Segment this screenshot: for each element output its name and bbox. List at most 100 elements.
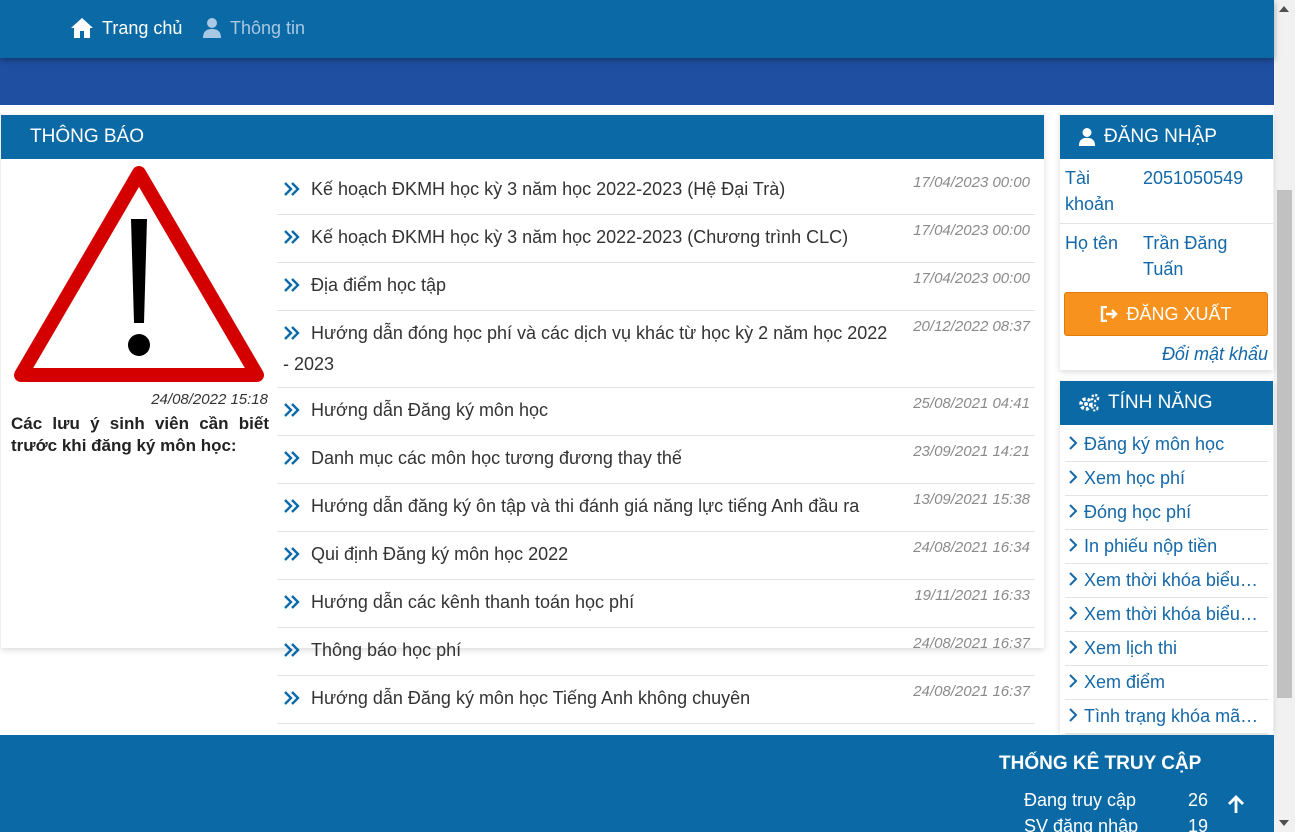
login-title: ĐĂNG NHẬP xyxy=(1104,126,1217,147)
feature-item[interactable]: Xem lịch thi xyxy=(1065,632,1268,666)
nav-home[interactable]: Trang chủ xyxy=(70,16,182,40)
news-title[interactable]: Kế hoạch ĐKMH học kỳ 3 năm học 2022-2023… xyxy=(311,227,848,247)
news-date: 25/08/2021 04:41 xyxy=(913,395,1030,412)
footer: THỐNG KÊ TRUY CẬP Đang truy cập 26 SV đăn… xyxy=(0,735,1274,832)
notice-panel-header: THÔNG BÁO xyxy=(1,115,1044,159)
sign-out-icon xyxy=(1101,306,1119,322)
news-title[interactable]: Hướng dẫn Đăng ký môn học Tiếng Anh khôn… xyxy=(311,688,750,708)
stat-online-row: Đang truy cập 26 xyxy=(1024,790,1214,811)
double-chevron-right-icon xyxy=(283,638,301,667)
news-date: 13/09/2021 15:38 xyxy=(913,491,1030,508)
news-title[interactable]: Thông báo học phí xyxy=(311,640,461,660)
featured-title[interactable]: Các lưu ý sinh viên cần biết trước khi đ… xyxy=(11,413,269,457)
account-row: Tài khoản 2051050549 xyxy=(1060,159,1273,224)
page-scrollbar[interactable] xyxy=(1274,0,1295,832)
double-chevron-right-icon xyxy=(283,446,301,475)
news-item[interactable]: Hướng dẫn các kênh thanh toán học phí 19/… xyxy=(277,580,1035,628)
feature-panel-header: TÍNH NĂNG xyxy=(1060,381,1273,425)
news-item[interactable]: Hướng dẫn đăng ký ôn tập và thi đánh giá… xyxy=(277,484,1035,532)
news-list: Kế hoạch ĐKMH học kỳ 3 năm học 2022-2023… xyxy=(277,167,1035,724)
news-title[interactable]: Hướng dẫn đóng học phí và các dịch vụ kh… xyxy=(283,323,887,374)
news-date: 20/12/2022 08:37 xyxy=(913,318,1030,335)
news-date: 17/04/2023 00:00 xyxy=(913,222,1030,239)
feature-item[interactable]: Tình trạng khóa mã… xyxy=(1065,700,1268,734)
warning-triangle-icon[interactable] xyxy=(13,163,265,385)
news-title[interactable]: Địa điểm học tập xyxy=(311,275,446,295)
feature-item-label: Xem học phí xyxy=(1084,468,1186,488)
nav-info[interactable]: Thông tin xyxy=(202,16,305,40)
feature-item[interactable]: Xem thời khóa biểu… xyxy=(1065,564,1268,598)
news-item[interactable]: Danh mục các môn học tương đương thay th… xyxy=(277,436,1035,484)
news-date: 23/09/2021 14:21 xyxy=(913,443,1030,460)
news-title[interactable]: Hướng dẫn đăng ký ôn tập và thi đánh giá… xyxy=(311,496,859,516)
double-chevron-right-icon xyxy=(283,398,301,427)
stat-students-label: SV đăng nhập xyxy=(1024,816,1139,832)
chevron-right-icon xyxy=(1068,666,1078,698)
chevron-right-icon xyxy=(1068,428,1078,460)
news-item[interactable]: Kế hoạch ĐKMH học kỳ 3 năm học 2022-2023… xyxy=(277,167,1035,215)
news-item[interactable]: Hướng dẫn Đăng ký môn học Tiếng Anh khôn… xyxy=(277,676,1035,724)
double-chevron-right-icon xyxy=(283,321,301,350)
news-title[interactable]: Kế hoạch ĐKMH học kỳ 3 năm học 2022-2023… xyxy=(311,179,785,199)
stat-students-value: 19 xyxy=(1188,816,1209,832)
feature-item-label: Tình trạng khóa mã… xyxy=(1084,706,1259,726)
scroll-up-icon[interactable] xyxy=(1279,6,1289,12)
name-value: Trần Đăng Tuấn xyxy=(1143,233,1228,279)
feature-item-label: Xem thời khóa biểu… xyxy=(1084,570,1258,590)
news-item[interactable]: Hướng dẫn đóng học phí và các dịch vụ kh… xyxy=(277,311,1035,388)
news-item[interactable]: Kế hoạch ĐKMH học kỳ 3 năm học 2022-2023… xyxy=(277,215,1035,263)
chevron-right-icon xyxy=(1068,530,1078,562)
nav-info-label: Thông tin xyxy=(230,17,306,38)
stat-online-label: Đang truy cập xyxy=(1024,790,1137,810)
news-title[interactable]: Hướng dẫn các kênh thanh toán học phí xyxy=(311,592,634,612)
double-chevron-right-icon xyxy=(283,225,301,254)
feature-item[interactable]: Đóng học phí xyxy=(1065,496,1268,530)
stat-students-row: SV đăng nhập 19 xyxy=(1024,816,1214,832)
news-item[interactable]: Qui định Đăng ký môn học 2022 24/08/2021 … xyxy=(277,532,1035,580)
back-to-top-button[interactable] xyxy=(1211,778,1261,832)
feature-item[interactable]: Đăng ký môn học xyxy=(1065,428,1268,462)
double-chevron-right-icon xyxy=(283,686,301,715)
home-icon xyxy=(71,18,93,38)
feature-item[interactable]: Xem học phí xyxy=(1065,462,1268,496)
feature-item-label: In phiếu nộp tiền xyxy=(1084,536,1218,556)
login-panel: ĐĂNG NHẬP Tài khoản 2051050549 Họ tên Tr… xyxy=(1060,115,1273,370)
notice-title: THÔNG BÁO xyxy=(30,126,145,147)
name-label: Họ tên xyxy=(1065,233,1119,253)
user-icon xyxy=(1078,128,1096,146)
news-title[interactable]: Hướng dẫn Đăng ký môn học xyxy=(311,400,548,420)
news-date: 24/08/2021 16:34 xyxy=(913,539,1030,556)
user-icon xyxy=(203,18,221,38)
chevron-right-icon xyxy=(1068,462,1078,494)
chevron-right-icon xyxy=(1068,598,1078,630)
feature-list: Đăng ký môn học Xem học phí Đóng học phí In… xyxy=(1060,425,1273,734)
news-title[interactable]: Danh mục các môn học tương đương thay th… xyxy=(311,448,682,468)
feature-item[interactable]: In phiếu nộp tiền xyxy=(1065,530,1268,564)
scroll-down-icon[interactable] xyxy=(1279,820,1289,826)
feature-item[interactable]: Xem thời khóa biểu… xyxy=(1065,598,1268,632)
nav-home-label: Trang chủ xyxy=(102,17,183,38)
news-title[interactable]: Qui định Đăng ký môn học 2022 xyxy=(311,544,568,564)
news-date: 24/08/2021 16:37 xyxy=(913,635,1030,652)
feature-item[interactable]: Xem điểm xyxy=(1065,666,1268,700)
feature-panel: TÍNH NĂNG Đăng ký môn học Xem học phí Đóng… xyxy=(1060,381,1273,734)
notice-panel: THÔNG BÁO 24/08/2022 15:18 Các lưu ý sin… xyxy=(1,115,1044,724)
news-date: 19/11/2021 16:33 xyxy=(914,587,1030,604)
featured-date: 24/08/2022 15:18 xyxy=(151,391,268,408)
logout-button[interactable]: ĐĂNG XUẤT xyxy=(1064,292,1268,336)
header-banner xyxy=(0,58,1274,105)
feature-item-label: Đóng học phí xyxy=(1084,502,1192,522)
news-item[interactable]: Thông báo học phí 24/08/2021 16:37 xyxy=(277,628,1035,676)
change-password-link[interactable]: Đổi mật khẩu xyxy=(1060,344,1273,365)
double-chevron-right-icon xyxy=(283,542,301,571)
top-navbar: Trang chủ Thông tin xyxy=(0,0,1274,58)
news-item[interactable]: Địa điểm học tập 17/04/2023 00:00 xyxy=(277,263,1035,311)
scrollbar-thumb[interactable] xyxy=(1277,190,1292,698)
account-label: Tài khoản xyxy=(1065,168,1115,214)
news-item[interactable]: Hướng dẫn Đăng ký môn học 25/08/2021 04:4… xyxy=(277,388,1035,436)
logout-label: ĐĂNG XUẤT xyxy=(1126,303,1232,324)
arrow-up-icon xyxy=(1228,795,1244,813)
double-chevron-right-icon xyxy=(283,177,301,206)
account-value: 2051050549 xyxy=(1143,168,1244,188)
feature-item-label: Xem thời khóa biểu… xyxy=(1084,604,1258,624)
